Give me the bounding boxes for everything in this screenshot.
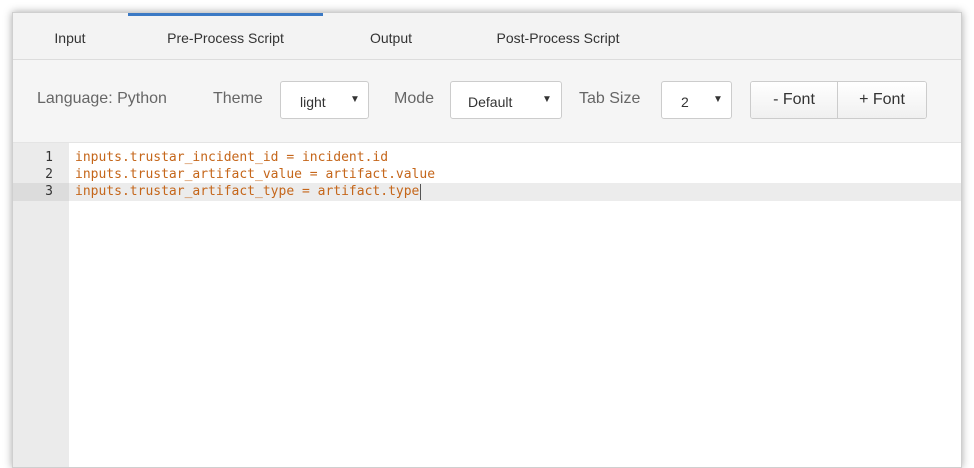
code-line-current[interactable]: 3 inputs.trustar_artifact_type = artifac… xyxy=(13,183,961,201)
mode-label: Mode xyxy=(394,90,435,107)
code-text: inputs.trustar_artifact_value = artifact… xyxy=(75,167,436,182)
code-text: inputs.trustar_artifact_type = artifact.… xyxy=(75,184,420,199)
decrease-font-button[interactable]: - Font xyxy=(751,82,838,118)
code-text: inputs.trustar_incident_id = incident.id xyxy=(75,150,389,165)
code-editor[interactable]: 1 inputs.trustar_incident_id = incident.… xyxy=(13,143,961,467)
tab-size-select-value: 2 xyxy=(681,94,689,110)
caret-down-icon: ▼ xyxy=(713,94,723,105)
theme-select[interactable]: light ▼ xyxy=(280,81,369,119)
code-line[interactable]: 2 inputs.trustar_artifact_value = artifa… xyxy=(13,166,961,184)
editor-toolbar: Language: Python Theme light ▼ Mode Defa… xyxy=(13,60,961,143)
tab-bar: Input Pre-Process Script Output Post-Pro… xyxy=(13,13,961,60)
font-size-button-group: - Font + Font xyxy=(750,81,927,119)
tab-size-label: Tab Size xyxy=(579,90,641,107)
script-editor-panel: Input Pre-Process Script Output Post-Pro… xyxy=(12,12,962,468)
tab-size-select[interactable]: 2 ▼ xyxy=(661,81,732,119)
mode-select[interactable]: Default ▼ xyxy=(450,81,562,119)
caret-down-icon: ▼ xyxy=(350,94,360,105)
tab-input[interactable]: Input xyxy=(47,13,93,59)
theme-select-value: light xyxy=(300,94,326,110)
tab-pre-process-script[interactable]: Pre-Process Script xyxy=(128,13,323,62)
language-label: Language: Python xyxy=(37,90,167,107)
text-cursor xyxy=(420,184,421,200)
code-line[interactable]: 1 inputs.trustar_incident_id = incident.… xyxy=(13,149,961,167)
line-number: 1 xyxy=(45,150,53,165)
mode-select-value: Default xyxy=(468,94,513,110)
caret-down-icon: ▼ xyxy=(542,94,552,105)
theme-label: Theme xyxy=(213,90,263,107)
tab-post-process-script[interactable]: Post-Process Script xyxy=(478,13,638,59)
increase-font-button[interactable]: + Font xyxy=(838,82,926,118)
line-number: 3 xyxy=(13,183,69,201)
line-number: 2 xyxy=(45,167,53,182)
tab-output[interactable]: Output xyxy=(361,13,421,59)
